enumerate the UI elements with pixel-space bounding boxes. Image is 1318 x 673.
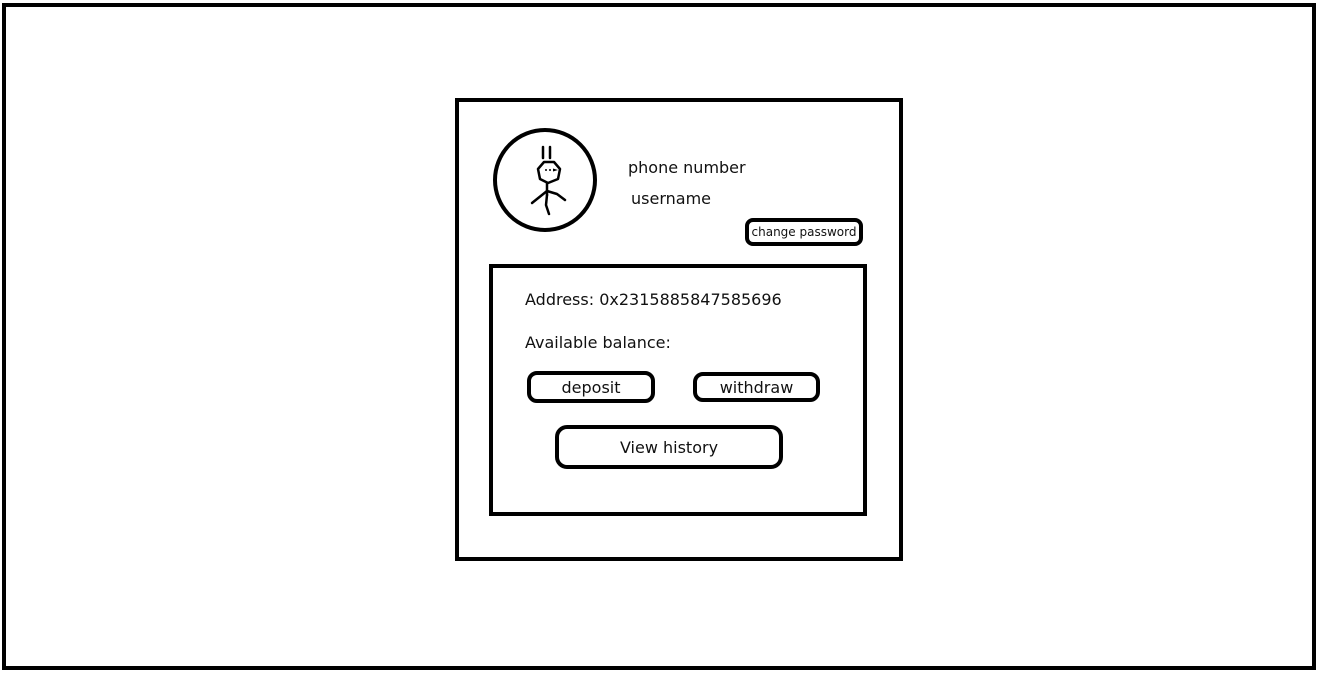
deposit-button[interactable]: deposit [527, 371, 655, 403]
withdraw-button[interactable]: withdraw [693, 372, 820, 402]
view-history-button[interactable]: View history [555, 425, 783, 469]
change-password-button[interactable]: change password [745, 218, 863, 246]
wallet-panel: Address: 0x2315885847585696 Available ba… [489, 264, 867, 516]
avatar[interactable] [493, 128, 597, 232]
app-window: phone number username change password Ad… [2, 3, 1316, 670]
phone-number: phone number [628, 158, 746, 177]
username: username [631, 189, 711, 208]
wallet-address: Address: 0x2315885847585696 [525, 290, 782, 309]
available-balance: Available balance: [525, 333, 671, 352]
stick-figure-avatar-icon [530, 145, 567, 216]
profile-card: phone number username change password Ad… [455, 98, 903, 561]
